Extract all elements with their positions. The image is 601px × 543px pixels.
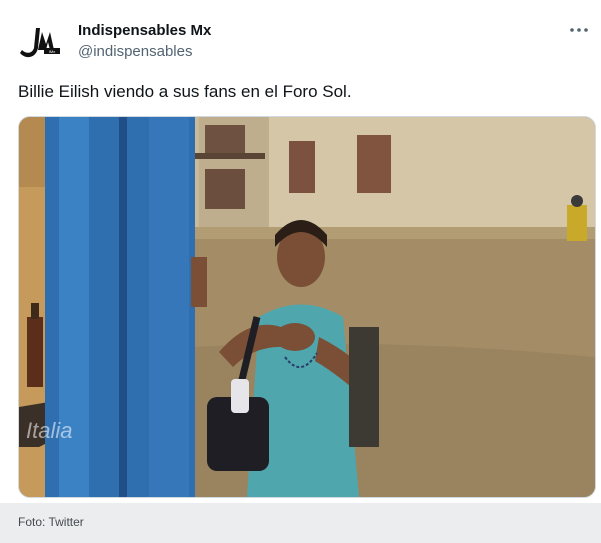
tweet-photo[interactable] (18, 116, 596, 498)
photo-watermark: Italia (26, 418, 73, 443)
tweet-text: Billie Eilish viendo a sus fans en el Fo… (18, 82, 352, 101)
author-name[interactable]: Indispensables Mx (78, 22, 211, 39)
flooded-street-photo (19, 117, 595, 497)
more-horizontal-icon[interactable] (569, 24, 593, 40)
photo-credit: Foto: Twitter (18, 515, 84, 529)
tweet-card: IMx Indispensables Mx @indispensables Bi… (0, 0, 601, 500)
avatar[interactable]: IMx (18, 20, 62, 60)
svg-text:IMx: IMx (49, 49, 55, 54)
caption-bar (0, 503, 601, 543)
indispensables-logo: IMx (20, 28, 60, 58)
author-handle[interactable]: @indispensables (78, 43, 192, 60)
